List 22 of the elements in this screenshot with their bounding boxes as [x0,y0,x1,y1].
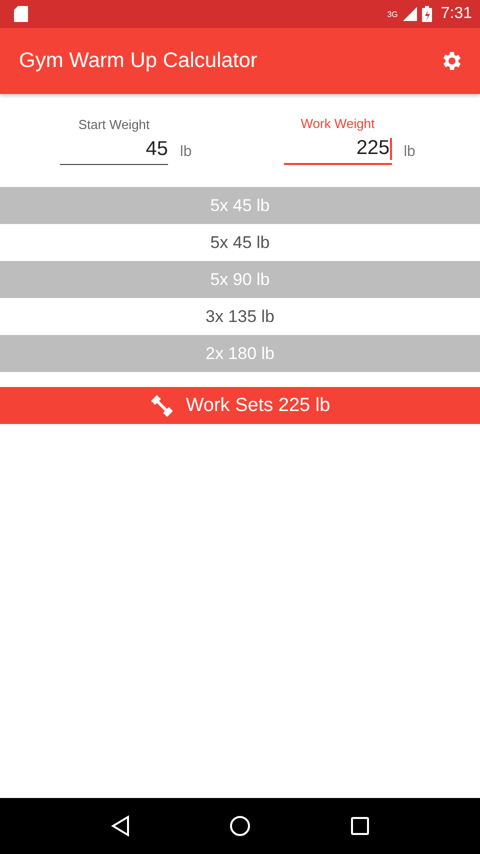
clock: 7:31 [440,5,472,23]
weight-input[interactable]: 225 [284,137,392,165]
field-label: Work Weight [300,116,376,131]
warmup-set-row-text: 3x 135 lb [204,306,276,328]
app-title: Gym Warm Up Calculator [19,49,258,73]
weight-input[interactable]: 45 [60,138,168,164]
dumbbell-icon [150,394,174,418]
back-icon [110,815,130,837]
recents-icon [350,816,370,836]
field-label: Start Weight [77,116,151,132]
sd-card-icon [14,6,28,22]
home-icon [228,815,251,837]
warmup-set-row-text: 5x 45 lb [209,232,271,254]
network-type: 3G [387,10,398,19]
unit-label: lb [180,142,192,160]
work-sets-text: Work Sets 225 lb [186,394,330,416]
unit-label: lb [404,142,416,160]
warmup-set-row: 5x 45 lb [0,187,480,224]
warmup-set-row: 2x 180 lb [0,335,480,372]
battery-icon [422,6,432,22]
warmup-set-row: 5x 90 lb [0,261,480,298]
signal-icon [402,7,417,21]
